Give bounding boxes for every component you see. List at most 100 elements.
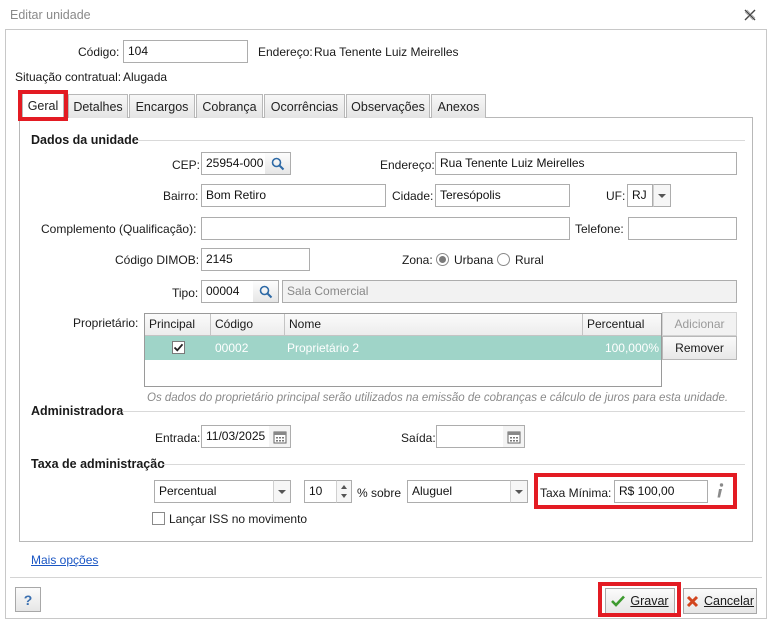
situacao-label: Situação contratual: — [15, 70, 122, 84]
zona-rural-radio[interactable] — [497, 253, 510, 266]
tab-label: Ocorrências — [270, 99, 339, 114]
zona-label: Zona: — [402, 253, 433, 267]
adicionar-button[interactable]: Adicionar — [662, 312, 737, 336]
uf-select[interactable]: RJ — [627, 184, 653, 207]
close-icon[interactable] — [743, 8, 759, 24]
tab-encargos[interactable]: Encargos — [129, 94, 195, 118]
cidade-label: Cidade: — [392, 189, 434, 203]
header-endereco-label: Endereço: — [258, 45, 313, 59]
cidade-input[interactable]: Teresópolis — [435, 184, 570, 207]
dimob-input[interactable]: 2145 — [201, 248, 310, 271]
zona-urbana-radio[interactable] — [436, 253, 449, 266]
search-icon — [271, 157, 284, 170]
column-header-principal[interactable]: Principal — [145, 314, 211, 336]
footer-divider — [10, 577, 762, 578]
endereco-label: Endereço: — [380, 158, 435, 172]
column-header-percentual[interactable]: Percentual — [583, 314, 661, 336]
saida-input[interactable] — [436, 425, 504, 448]
taxa-base-dropdown-button[interactable] — [510, 480, 528, 503]
help-button[interactable]: ? — [15, 587, 41, 612]
tipo-description: Sala Comercial — [282, 280, 737, 303]
bairro-input[interactable]: Bom Retiro — [201, 184, 386, 207]
tab-label: Observações — [351, 99, 425, 114]
table-row[interactable]: 00002 Proprietário 2 100,000% — [145, 336, 661, 360]
tab-observacoes[interactable]: Observações — [346, 94, 430, 118]
row-codigo: 00002 — [215, 341, 249, 355]
situacao-value: Alugada — [123, 70, 168, 84]
taxa-percent-stepper[interactable] — [336, 480, 352, 503]
complemento-label: Complemento (Qualificação): — [41, 222, 197, 236]
entrada-label: Entrada: — [155, 431, 201, 445]
cep-input[interactable]: 25954-000 — [201, 152, 266, 175]
sobre-label: % sobre — [357, 486, 402, 500]
telefone-input[interactable] — [628, 217, 737, 240]
column-header-nome[interactable]: Nome — [285, 314, 583, 336]
chevron-down-icon — [278, 489, 286, 494]
codigo-label: Código: — [78, 45, 120, 59]
lancar-iss-checkbox[interactable] — [152, 512, 165, 525]
cep-search-button[interactable] — [265, 152, 291, 175]
row-percentual: 100,000% — [604, 341, 659, 355]
tipo-code-input[interactable]: 00004 — [201, 280, 254, 303]
owner-table: Principal Código Nome Percentual 00002 P… — [144, 313, 662, 387]
tab-ocorrencias[interactable]: Ocorrências — [264, 94, 345, 118]
taxa-percent-input[interactable]: 10 — [304, 480, 337, 503]
principal-checkbox[interactable] — [172, 341, 185, 354]
zona-urbana-label: Urbana — [454, 253, 494, 267]
header-endereco-value: Rua Tenente Luiz Meirelles — [314, 45, 459, 59]
arrow-down-icon — [341, 494, 347, 498]
chevron-down-icon — [515, 489, 523, 494]
codigo-input[interactable]: 104 — [123, 40, 248, 63]
entrada-input[interactable]: 11/03/2025 — [201, 425, 270, 448]
taxa-tipo-select[interactable]: Percentual — [154, 480, 274, 503]
taxa-tipo-dropdown-button[interactable] — [273, 480, 291, 503]
taxa-title: Taxa de administração — [31, 457, 165, 471]
complemento-input[interactable] — [201, 217, 570, 240]
tab-label: Cobrança — [202, 99, 257, 114]
lancar-iss-label: Lançar ISS no movimento — [169, 512, 308, 526]
zona-rural-label: Rural — [515, 253, 544, 267]
chevron-down-icon — [658, 193, 666, 198]
tab-cobranca[interactable]: Cobrança — [196, 94, 263, 118]
geral-tab-highlight — [18, 90, 68, 121]
dimob-label: Código DIMOB: — [115, 253, 200, 267]
cancelar-label: Cancelar — [703, 594, 755, 608]
column-header-codigo[interactable]: Código — [211, 314, 285, 336]
proprietario-label: Proprietário: — [73, 316, 139, 330]
window-title: Editar unidade — [10, 8, 91, 22]
tab-anexos[interactable]: Anexos — [431, 94, 486, 118]
cancelar-button[interactable]: Cancelar — [683, 588, 757, 614]
tipo-search-button[interactable] — [253, 280, 279, 303]
section-divider — [122, 411, 745, 412]
taxa-minima-highlight — [534, 473, 737, 509]
section-divider — [135, 140, 745, 141]
uf-dropdown-button[interactable] — [653, 184, 671, 207]
taxa-base-select[interactable]: Aluguel — [407, 480, 511, 503]
tab-label: Anexos — [437, 99, 480, 114]
tab-detalhes[interactable]: Detalhes — [68, 94, 128, 118]
close-icon — [686, 595, 699, 607]
row-nome: Proprietário 2 — [287, 341, 360, 355]
entrada-calendar-button[interactable] — [269, 425, 291, 448]
administradora-title: Administradora — [31, 404, 124, 418]
endereco-input[interactable]: Rua Tenente Luiz Meirelles — [435, 152, 737, 175]
telefone-label: Telefone: — [575, 222, 624, 236]
calendar-icon — [273, 431, 286, 443]
uf-label: UF: — [606, 189, 626, 203]
check-icon — [173, 343, 184, 352]
arrow-up-icon — [341, 485, 347, 489]
remover-button[interactable]: Remover — [662, 336, 737, 360]
dados-unidade-title: Dados da unidade — [31, 133, 139, 147]
saida-label: Saída: — [401, 431, 436, 445]
section-divider — [162, 464, 745, 465]
mais-opcoes-link[interactable]: Mais opções — [31, 553, 98, 567]
tipo-label: Tipo: — [172, 286, 199, 300]
proprietario-note: Os dados do proprietário principal serão… — [147, 392, 729, 404]
saida-calendar-button[interactable] — [503, 425, 525, 448]
calendar-icon — [507, 431, 520, 443]
bairro-label: Bairro: — [163, 189, 199, 203]
tab-label: Detalhes — [73, 99, 123, 114]
search-icon — [259, 285, 272, 298]
title-bar: Editar unidade — [0, 0, 772, 30]
cep-label: CEP: — [172, 158, 201, 172]
